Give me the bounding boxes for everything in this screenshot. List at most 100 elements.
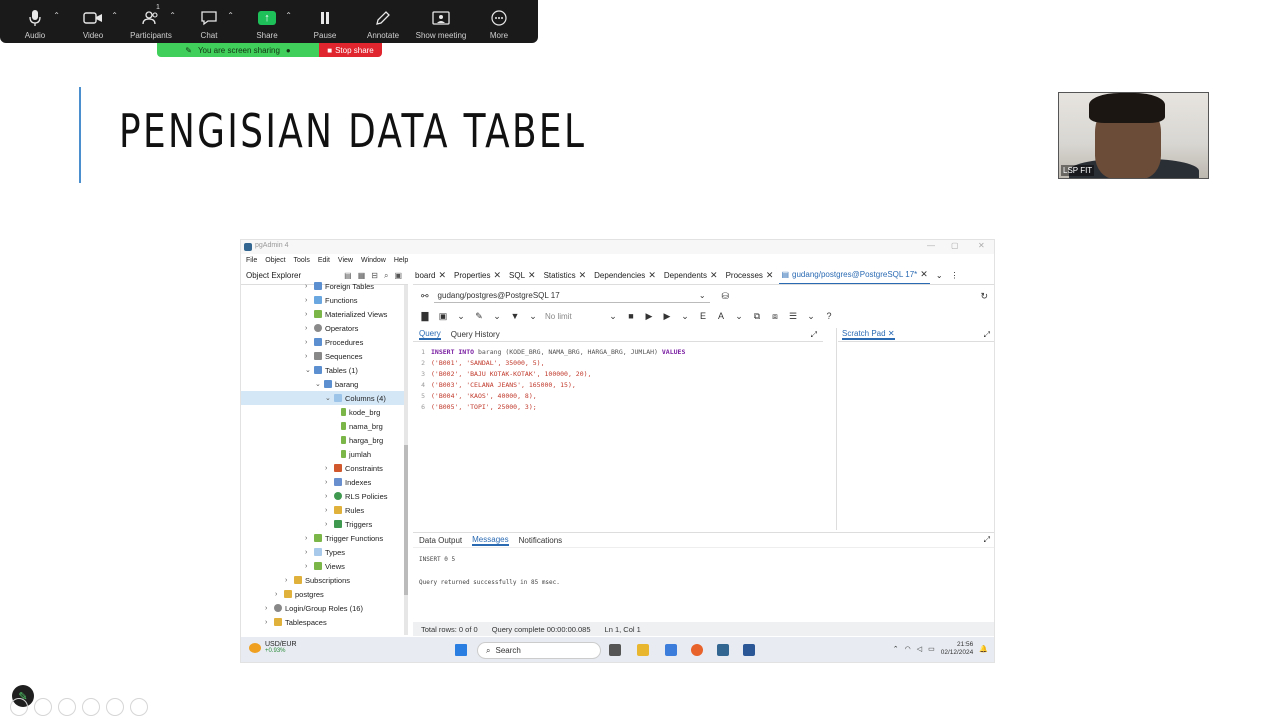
tree-item-foreign-tables[interactable]: › Foreign Tables (305, 279, 374, 293)
menu-help[interactable]: Help (394, 257, 408, 264)
pause-button[interactable]: Pause (296, 0, 354, 43)
connection-select[interactable]: gudang/postgres@PostgreSQL 17 ⌄ (433, 289, 710, 303)
share-button[interactable]: ↑ ⌃ Share (238, 0, 296, 43)
tree-item-operators[interactable]: › Operators (305, 321, 358, 335)
share-caret-icon[interactable]: ⌃ (285, 11, 292, 20)
back-control-icon[interactable] (10, 698, 28, 716)
chevron-up-icon[interactable]: ⌃ (893, 645, 899, 653)
show-meeting-button[interactable]: Show meeting (412, 0, 470, 43)
tree-item-column-kode-brg[interactable]: kode_brg (341, 405, 380, 419)
store-icon[interactable] (665, 644, 677, 656)
connection-status-icon[interactable]: ⚯ (421, 291, 429, 302)
explain-analyze-icon[interactable]: A (715, 310, 727, 322)
close-tab-icon[interactable]: ✕ (920, 269, 928, 280)
tree-scroll-thumb[interactable] (404, 445, 408, 595)
macros-chevron-icon[interactable]: ⌄ (805, 310, 817, 322)
tab-processes[interactable]: Processes ✕ (724, 270, 776, 281)
close-tab-icon[interactable]: ✕ (579, 270, 587, 281)
notification-bell-icon[interactable]: 🔔 (979, 645, 988, 653)
save-options-chevron-icon[interactable]: ⌄ (455, 310, 467, 322)
tree-item-functions[interactable]: › Functions (305, 293, 358, 307)
video-caret-icon[interactable]: ⌃ (111, 11, 118, 20)
maximize-icon[interactable]: ▢ (951, 241, 959, 250)
edit-pencil-icon[interactable]: ✎ (473, 310, 485, 322)
explain-icon[interactable]: E (697, 310, 709, 322)
explain-chevron-icon[interactable]: ⌄ (733, 310, 745, 322)
tree-item-views[interactable]: › Views (305, 559, 345, 573)
execute-script-icon[interactable]: ▶ (661, 310, 673, 322)
execute-icon[interactable]: ▶ (643, 310, 655, 322)
filter-icon[interactable]: ▼ (509, 310, 521, 322)
tab-statistics[interactable]: Statistics ✕ (542, 270, 589, 281)
tree-scrollbar[interactable] (404, 285, 408, 635)
tree-item-column-nama-brg[interactable]: nama_brg (341, 419, 383, 433)
close-tab-icon[interactable]: ✕ (710, 270, 718, 281)
tree-item-types[interactable]: › Types (305, 545, 345, 559)
tab-sql[interactable]: SQL ✕ (507, 270, 538, 281)
tree-item-barang[interactable]: ⌄ barang (315, 377, 358, 391)
prev-control-icon[interactable] (34, 698, 52, 716)
zoom-control-icon[interactable] (106, 698, 124, 716)
tab-data-output[interactable]: Data Output (419, 536, 462, 545)
more-button[interactable]: More (470, 0, 528, 43)
tree-item-column-jumlah[interactable]: jumlah (341, 447, 371, 461)
tab-dependencies[interactable]: Dependencies ✕ (592, 270, 658, 281)
tree-item-procedures[interactable]: › Procedures (305, 335, 363, 349)
tree-item-postgres[interactable]: › postgres (275, 587, 324, 601)
menu-view[interactable]: View (338, 257, 353, 264)
stop-share-button[interactable]: ■ Stop share (319, 43, 382, 57)
tree-item-rules[interactable]: › Rules (325, 503, 364, 517)
tab-messages[interactable]: Messages (472, 535, 509, 546)
tree-item-rls-policies[interactable]: › RLS Policies (325, 489, 388, 503)
chat-caret-icon[interactable]: ⌃ (227, 11, 234, 20)
more-control-icon[interactable] (130, 698, 148, 716)
video-button[interactable]: ⌃ Video (64, 0, 122, 43)
rollback-icon[interactable]: ⧈ (769, 310, 781, 322)
tab-query[interactable]: Query (419, 329, 441, 340)
close-tab-icon[interactable]: ✕ (766, 270, 774, 281)
minimize-icon[interactable]: — (927, 241, 935, 250)
close-tab-icon[interactable]: ✕ (438, 270, 446, 281)
close-tab-icon[interactable]: ✕ (493, 270, 501, 281)
taskbar-search[interactable]: ⌕ Search (477, 642, 601, 659)
filter-chevron-icon[interactable]: ⌄ (527, 310, 539, 322)
tree-item-login-group-roles[interactable]: › Login/Group Roles (16) (265, 601, 363, 615)
word-icon[interactable] (743, 644, 755, 656)
expand-editor-icon[interactable]: ⤢ (811, 330, 817, 340)
windows-start-icon[interactable] (455, 644, 467, 656)
chat-button[interactable]: ⌃ Chat (180, 0, 238, 43)
tree-item-indexes[interactable]: › Indexes (325, 475, 371, 489)
execute-chevron-icon[interactable]: ⌄ (679, 310, 691, 322)
tab-dependents[interactable]: Dependents ✕ (662, 270, 720, 281)
tab-notifications[interactable]: Notifications (519, 536, 563, 545)
pgadmin-taskbar-icon[interactable] (717, 644, 729, 656)
stop-icon[interactable]: ■ (625, 310, 637, 322)
tab-dashboard[interactable]: board ✕ (413, 270, 448, 281)
menu-file[interactable]: File (246, 257, 257, 264)
tree-item-column-harga-brg[interactable]: harga_brg (341, 433, 383, 447)
screen-sharing-indicator[interactable]: ✎ You are screen sharing ● (157, 43, 319, 57)
volume-icon[interactable]: ◁ (917, 645, 922, 653)
open-file-icon[interactable]: ▇ (419, 310, 431, 322)
tree-item-materialized-views[interactable]: › Materialized Views (305, 307, 387, 321)
audio-caret-icon[interactable]: ⌃ (53, 11, 60, 20)
tree-item-constraints[interactable]: › Constraints (325, 461, 383, 475)
battery-icon[interactable]: ▭ (928, 645, 935, 653)
wifi-icon[interactable]: ◠ (905, 645, 911, 653)
macros-icon[interactable]: ☰ (787, 310, 799, 322)
close-icon[interactable]: ✕ (978, 241, 985, 250)
participants-caret-icon[interactable]: ⌃ (169, 11, 176, 20)
menu-tools[interactable]: Tools (294, 257, 310, 264)
clock[interactable]: 21:56 02/12/2024 (941, 641, 974, 657)
close-scratch-pad-icon[interactable]: ✕ (888, 329, 895, 338)
tab-list-chevron-icon[interactable]: ⌄ (934, 271, 945, 280)
database-config-icon[interactable]: ⛁ (722, 291, 730, 302)
search-icon[interactable]: ⌕ (384, 271, 388, 281)
firefox-icon[interactable] (691, 644, 703, 656)
audio-button[interactable]: ⌃ Audio (6, 0, 64, 43)
close-tab-icon[interactable]: ✕ (648, 270, 656, 281)
tab-query-tool[interactable]: ▤ gudang/postgres@PostgreSQL 17* ✕ (779, 267, 930, 284)
tree-item-columns[interactable]: ⌄ Columns (4) (241, 391, 404, 405)
tab-query-history[interactable]: Query History (451, 330, 500, 339)
tree-item-triggers[interactable]: › Triggers (325, 517, 372, 531)
